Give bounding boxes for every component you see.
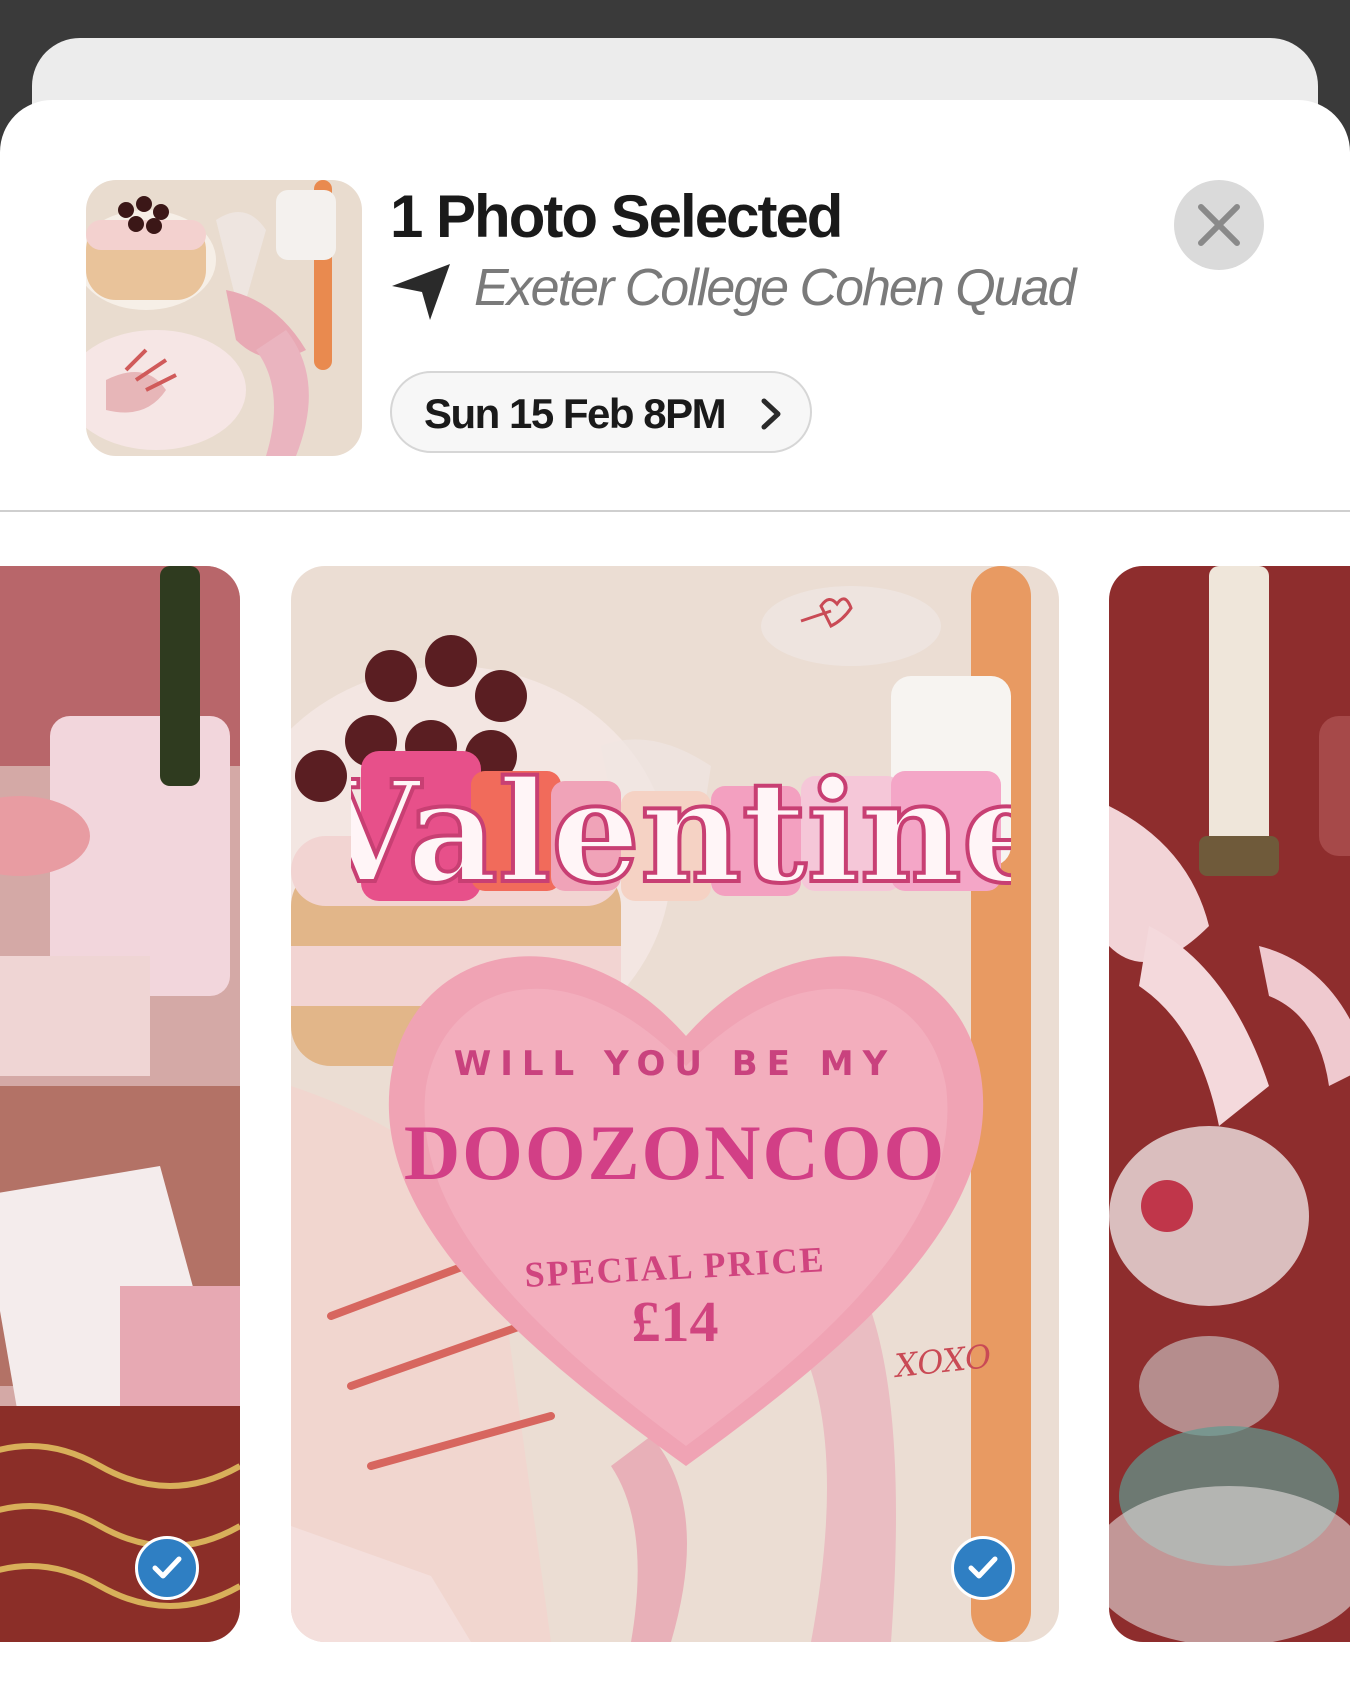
selection-title: 1 Photo Selected [390,183,843,250]
photo-card-left[interactable] [0,566,240,1642]
close-button[interactable] [1174,180,1264,270]
photo-card-right[interactable] [1109,566,1350,1642]
valentine-headline-art: Valentine [351,749,1011,917]
selected-photo-thumbnail[interactable] [86,180,362,456]
valentine-headline: Valentine [351,751,1011,915]
poster-line-will-you-be-my: WILL YOU BE MY [453,1044,897,1084]
selected-check[interactable] [951,1536,1015,1600]
date-label: Sun 15 Feb 8PM [424,390,727,437]
close-icon [1198,204,1240,246]
location-arrow-icon [388,258,454,324]
chevron-right-icon [761,398,781,430]
date-button[interactable]: Sun 15 Feb 8PM [390,371,812,453]
selected-check[interactable] [135,1536,199,1600]
checkmark-icon [152,1556,182,1579]
location-label[interactable]: Exeter College Cohen Quad [474,258,1076,318]
checkmark-icon [968,1556,998,1579]
divider [0,510,1350,512]
poster-brand-name: DOOZONCOO [403,1109,947,1196]
photo-card-center[interactable]: Valentine WILL YOU BE MY DOOZONCOO SPECI… [291,566,1059,1642]
